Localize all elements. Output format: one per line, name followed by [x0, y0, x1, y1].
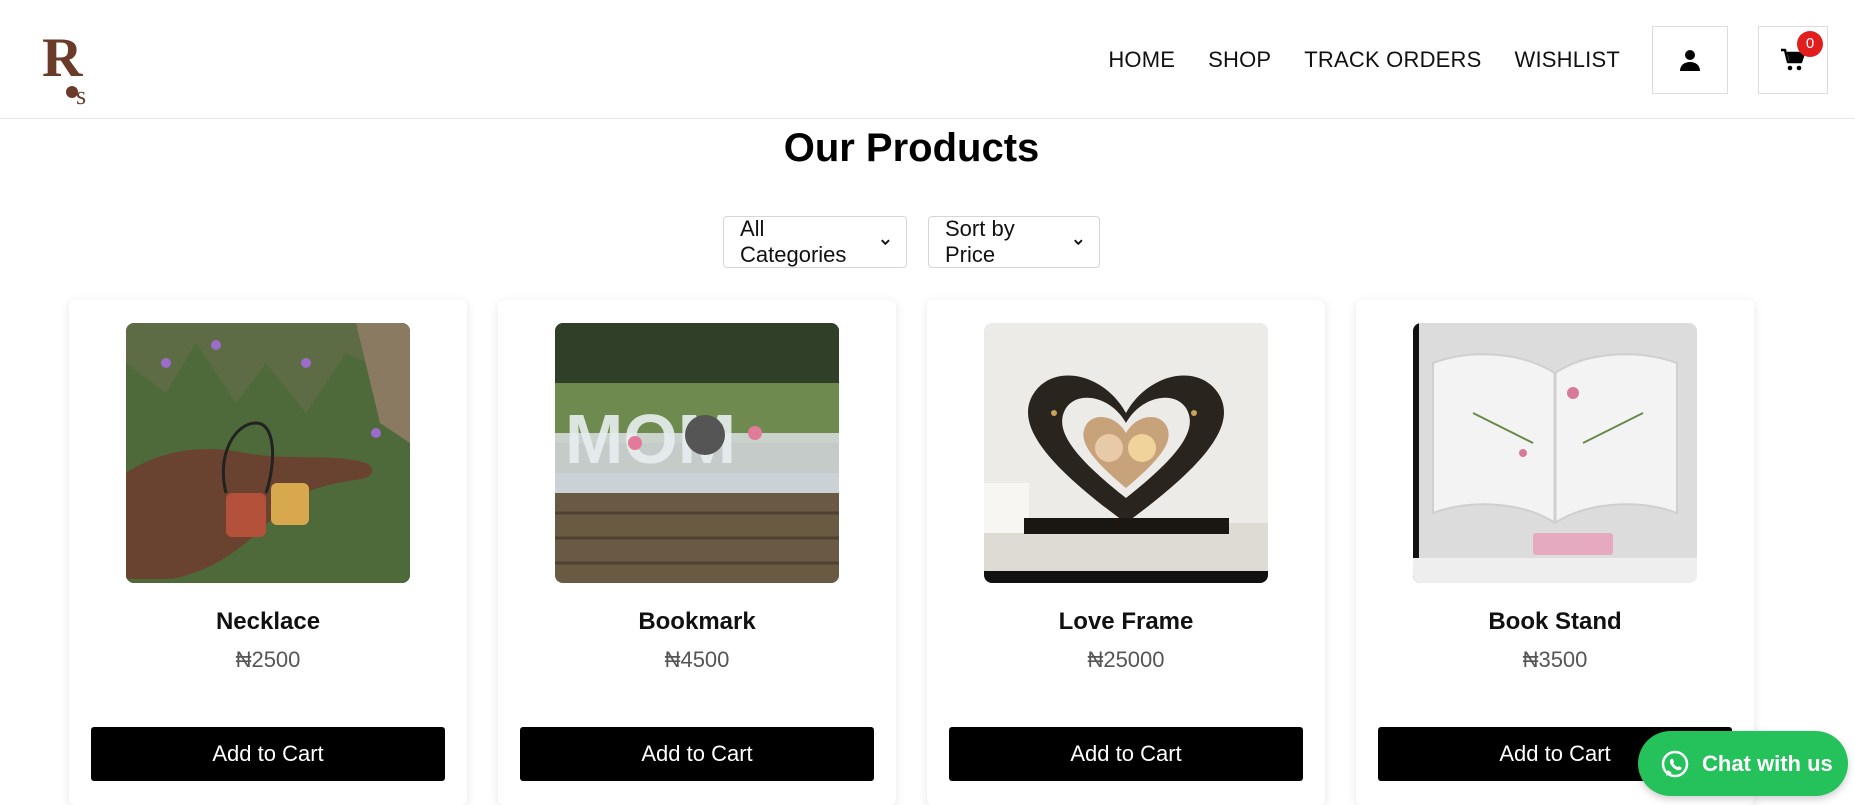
product-price: ₦2500	[235, 647, 301, 672]
account-button[interactable]	[1652, 25, 1728, 94]
product-card: Love Frame ₦25000 Add to Cart	[927, 300, 1325, 805]
category-select-value: All Categories	[740, 216, 847, 267]
page-title: Our Products	[783, 126, 1040, 170]
nav-track-orders-link[interactable]: TRACK ORDERS	[1304, 47, 1481, 73]
product-card: Book Stand ₦3500 Add to Cart	[1356, 300, 1754, 805]
svg-text:R: R	[42, 27, 83, 89]
sort-select[interactable]: Sort by Price	[928, 216, 1100, 268]
nav-shop-link[interactable]: SHOP	[1208, 47, 1271, 73]
add-to-cart-button[interactable]: Add to Cart	[520, 727, 874, 781]
chevron-down-icon	[881, 239, 890, 246]
product-image-book-stand[interactable]	[1413, 323, 1697, 583]
product-card: Necklace ₦2500 Add to Cart	[69, 300, 467, 805]
whatsapp-chat-button[interactable]: Chat with us	[1638, 731, 1848, 796]
category-select[interactable]: All Categories	[723, 216, 907, 268]
chevron-down-icon	[1074, 239, 1083, 246]
user-icon	[1680, 49, 1700, 71]
product-filters: All Categories Sort by Price	[723, 216, 1100, 268]
add-to-cart-button[interactable]: Add to Cart	[949, 727, 1303, 781]
product-price: ₦3500	[1522, 647, 1588, 672]
chat-label: Chat with us	[1702, 750, 1833, 776]
brand-logo[interactable]: R s	[38, 20, 98, 110]
product-name: Necklace	[215, 608, 321, 635]
product-name: Bookmark	[638, 608, 756, 635]
product-image-necklace[interactable]	[126, 323, 410, 583]
product-name: Love Frame	[1058, 608, 1194, 635]
sort-select-value: Sort by Price	[945, 216, 1015, 267]
product-price: ₦25000	[1087, 647, 1165, 672]
site-header: R s HOME SHOP TRACK ORDERS WISHLIST 0	[0, 0, 1855, 119]
cart-count-badge: 0	[1797, 30, 1823, 57]
nav-wishlist-link[interactable]: WISHLIST	[1515, 47, 1621, 73]
product-price: ₦4500	[664, 647, 730, 672]
product-image-bookmark[interactable]: MOM	[555, 323, 839, 583]
product-image-love-frame[interactable]	[984, 323, 1268, 583]
product-card: MOM Bookmark ₦4500 Add to Cart	[498, 300, 896, 805]
main-nav: HOME SHOP TRACK ORDERS WISHLIST 0	[1108, 0, 1855, 119]
whatsapp-icon	[1661, 750, 1689, 777]
nav-home-link[interactable]: HOME	[1108, 47, 1175, 73]
cart-button[interactable]: 0	[1758, 25, 1828, 94]
product-name: Book Stand	[1488, 608, 1622, 635]
svg-text:s: s	[76, 81, 86, 110]
add-to-cart-button[interactable]: Add to Cart	[91, 727, 445, 781]
